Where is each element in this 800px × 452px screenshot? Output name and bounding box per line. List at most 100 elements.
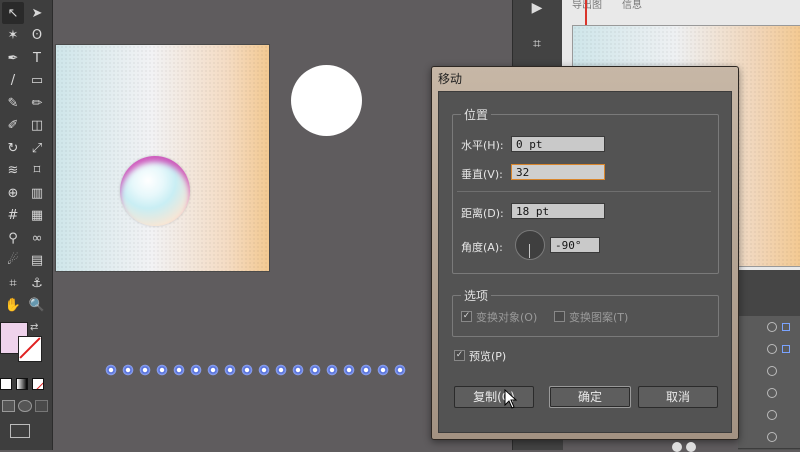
shape-builder-icon[interactable]: ⊕ bbox=[2, 182, 24, 204]
layer-row[interactable] bbox=[738, 426, 800, 449]
zoom-icon[interactable]: 🔍 bbox=[26, 295, 48, 317]
pattern-tile bbox=[189, 363, 203, 377]
transform-objects-label: 变换对象(O) bbox=[476, 311, 538, 324]
mesh-icon[interactable]: # bbox=[2, 205, 24, 227]
copy-button[interactable]: 复制(C) bbox=[454, 386, 534, 408]
magic-wand-icon[interactable]: ✶ bbox=[2, 25, 24, 47]
visibility-icon[interactable] bbox=[767, 432, 777, 442]
layer-row[interactable] bbox=[738, 360, 800, 383]
layers-panel bbox=[738, 270, 800, 450]
artboard-icon[interactable]: ⌗ bbox=[2, 272, 24, 294]
visibility-icon[interactable] bbox=[767, 344, 777, 354]
pattern-tile bbox=[206, 363, 220, 377]
vertical-label: 垂直(V): bbox=[461, 168, 503, 181]
type-icon[interactable]: T bbox=[26, 47, 48, 69]
pattern-tile bbox=[342, 363, 356, 377]
blob-brush-icon[interactable]: ✐ bbox=[2, 115, 24, 137]
pen-icon[interactable]: ✒ bbox=[2, 47, 24, 69]
angle-input[interactable]: -90° bbox=[550, 237, 600, 253]
pattern-tile bbox=[359, 363, 373, 377]
pattern-tile bbox=[240, 363, 254, 377]
panel-tab-export[interactable]: 导出图 bbox=[572, 0, 602, 11]
white-circle[interactable] bbox=[291, 65, 362, 136]
position-group-label: 位置 bbox=[461, 106, 492, 123]
scale-icon[interactable]: ⤢ bbox=[26, 137, 48, 159]
layer-row[interactable] bbox=[738, 316, 800, 339]
direct-selection-icon[interactable]: ↖ bbox=[2, 2, 24, 24]
pattern-tile bbox=[393, 363, 407, 377]
view-indicator bbox=[585, 0, 587, 25]
selection-icon[interactable]: ➤ bbox=[26, 2, 48, 24]
rectangle-icon[interactable]: ▭ bbox=[26, 70, 48, 92]
draw-behind-icon[interactable] bbox=[18, 400, 32, 412]
visibility-icon[interactable] bbox=[767, 388, 777, 398]
draw-normal-icon[interactable] bbox=[2, 400, 16, 412]
dialog-title: 移动 bbox=[438, 72, 463, 86]
distance-input[interactable]: 18 pt bbox=[511, 203, 605, 219]
rotate-icon[interactable]: ↻ bbox=[2, 137, 24, 159]
hand-icon[interactable]: ✋ bbox=[2, 295, 24, 317]
visibility-icon[interactable] bbox=[767, 322, 777, 332]
screen-mode-icon[interactable] bbox=[10, 424, 30, 438]
horizontal-input[interactable]: 0 pt bbox=[511, 136, 605, 152]
stroke-color-swatch[interactable] bbox=[18, 336, 42, 362]
draw-modes bbox=[2, 400, 48, 412]
angle-dial[interactable] bbox=[515, 230, 545, 260]
preview-checkbox[interactable]: ✓ bbox=[454, 350, 465, 361]
mouse-cursor-icon bbox=[504, 389, 518, 409]
transform-patterns-checkbox[interactable] bbox=[554, 311, 565, 322]
decor-dot bbox=[686, 442, 696, 452]
move-dialog: 移动 位置 水平(H): 0 pt 垂直(V): 32 距离(D): 18 pt… bbox=[431, 66, 739, 440]
pattern-tile bbox=[376, 363, 390, 377]
options-group-label: 选项 bbox=[461, 287, 492, 304]
gradient-icon[interactable]: ▦ bbox=[26, 205, 48, 227]
layer-row[interactable] bbox=[738, 404, 800, 427]
play-icon[interactable]: ▶ bbox=[521, 0, 553, 22]
blend-icon[interactable]: ∞ bbox=[26, 227, 48, 249]
ok-button[interactable]: 确定 bbox=[549, 386, 631, 408]
transform-objects-checkbox[interactable]: ✓ bbox=[461, 311, 472, 322]
width-icon[interactable]: ≋ bbox=[2, 160, 24, 182]
pattern-tile bbox=[274, 363, 288, 377]
column-graph-icon[interactable]: ▤ bbox=[26, 250, 48, 272]
vertical-input[interactable]: 32 bbox=[511, 164, 605, 180]
eyedropper-icon[interactable]: ⚲ bbox=[2, 227, 24, 249]
eraser-icon[interactable]: ◫ bbox=[26, 115, 48, 137]
layers-panel-header bbox=[738, 270, 800, 316]
paintbrush-icon[interactable]: ✎ bbox=[2, 92, 24, 114]
tools-panel: ↖ ➤ ✶ ʘ ✒ T / ▭ ✎ ✏ ✐ ◫ ↻ ⤢ ≋ ⌑ ⊕ ▥ # ▦ ⚲ ∞ ☄ ▤ ⌗ ⚓ ✋ 🔍 ⇄ bbox=[0, 0, 53, 450]
color-mode-icon[interactable] bbox=[0, 378, 12, 390]
bubble-sphere[interactable] bbox=[120, 156, 190, 226]
visibility-icon[interactable] bbox=[767, 410, 777, 420]
decor-dot bbox=[672, 442, 682, 452]
line-icon[interactable]: / bbox=[2, 70, 24, 92]
layer-row[interactable] bbox=[738, 382, 800, 405]
angle-label: 角度(A): bbox=[461, 241, 503, 254]
selection-square-icon[interactable] bbox=[782, 323, 790, 331]
pattern-tile bbox=[172, 363, 186, 377]
free-transform-icon[interactable]: ⌑ bbox=[26, 160, 48, 182]
symbol-sprayer-icon[interactable]: ☄ bbox=[2, 250, 24, 272]
pattern-row[interactable] bbox=[104, 363, 414, 381]
draw-inside-icon[interactable] bbox=[34, 400, 48, 412]
graph-icon[interactable]: ▥ bbox=[26, 182, 48, 204]
pattern-tile bbox=[325, 363, 339, 377]
pattern-tile bbox=[308, 363, 322, 377]
swap-colors-icon[interactable]: ⇄ bbox=[30, 322, 38, 333]
visibility-icon[interactable] bbox=[767, 366, 777, 376]
pattern-tile bbox=[155, 363, 169, 377]
gradient-mode-icon[interactable] bbox=[16, 378, 28, 390]
pattern-tile bbox=[223, 363, 237, 377]
none-mode-icon[interactable] bbox=[32, 378, 44, 390]
horizontal-label: 水平(H): bbox=[461, 139, 504, 152]
lasso-icon[interactable]: ʘ bbox=[26, 25, 48, 47]
cancel-button[interactable]: 取消 bbox=[638, 386, 718, 408]
layer-row[interactable] bbox=[738, 338, 800, 361]
pattern-tile bbox=[257, 363, 271, 377]
slice-icon[interactable]: ⚓ bbox=[26, 272, 48, 294]
panel-tab-info[interactable]: 信息 bbox=[622, 0, 642, 11]
artboards-icon[interactable]: ⌗ bbox=[521, 36, 553, 58]
selection-square-icon[interactable] bbox=[782, 345, 790, 353]
transform-patterns-label: 变换图案(T) bbox=[569, 311, 629, 324]
pencil-icon[interactable]: ✏ bbox=[26, 92, 48, 114]
